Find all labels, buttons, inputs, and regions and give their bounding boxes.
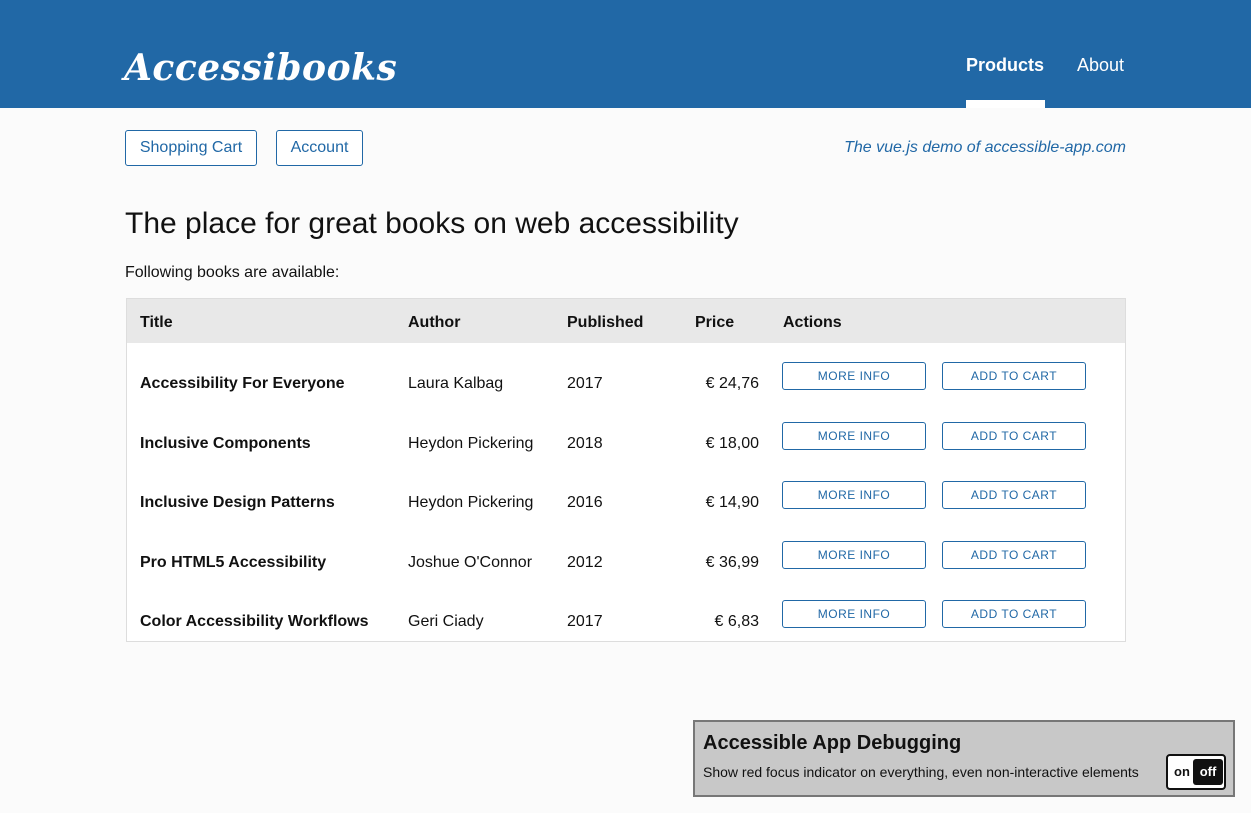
debug-panel-description: Show red focus indicator on everything, …: [703, 764, 1139, 780]
add-to-cart-button[interactable]: ADD TO CART: [942, 541, 1086, 569]
nav-products[interactable]: Products: [966, 54, 1044, 76]
account-button[interactable]: Account: [276, 130, 363, 166]
column-header-published: Published: [567, 314, 644, 331]
table-row: Color Accessibility Workflows Geri Ciady…: [127, 592, 1125, 652]
book-author: Joshue O'Connor: [408, 554, 533, 571]
book-price: € 14,90: [705, 494, 759, 511]
more-info-button[interactable]: MORE INFO: [782, 481, 926, 509]
book-published: 2012: [567, 554, 603, 571]
more-info-button[interactable]: MORE INFO: [782, 362, 926, 390]
book-published: 2017: [567, 613, 603, 630]
table-row: Inclusive Components Heydon Pickering 20…: [127, 414, 1125, 474]
books-table: Title Author Published Price Actions Acc…: [126, 298, 1126, 642]
book-published: 2017: [567, 375, 603, 392]
book-price: € 18,00: [705, 435, 759, 452]
intro-text: Following books are available:: [125, 264, 340, 281]
book-title: Color Accessibility Workflows: [140, 613, 369, 630]
more-info-button[interactable]: MORE INFO: [782, 600, 926, 628]
table-row: Accessibility For Everyone Laura Kalbag …: [127, 354, 1125, 414]
add-to-cart-button[interactable]: ADD TO CART: [942, 362, 1086, 390]
add-to-cart-button[interactable]: ADD TO CART: [942, 422, 1086, 450]
book-author: Heydon Pickering: [408, 494, 534, 511]
book-author: Geri Ciady: [408, 613, 484, 630]
table-header: Title Author Published Price Actions: [127, 299, 1125, 343]
shopping-cart-button[interactable]: Shopping Cart: [125, 130, 257, 166]
toggle-off-label: off: [1193, 759, 1223, 785]
book-author: Heydon Pickering: [408, 435, 534, 452]
add-to-cart-button[interactable]: ADD TO CART: [942, 481, 1086, 509]
site-header: Accessibooks Products About: [0, 0, 1251, 108]
book-title: Inclusive Design Patterns: [140, 494, 335, 511]
column-header-author: Author: [408, 314, 461, 331]
tagline: The vue.js demo of accessible-app.com: [844, 139, 1126, 156]
nav-about[interactable]: About: [1077, 54, 1124, 76]
book-published: 2018: [567, 435, 603, 452]
book-title: Inclusive Components: [140, 435, 311, 452]
site-logo[interactable]: Accessibooks: [124, 46, 397, 90]
book-title: Accessibility For Everyone: [140, 375, 345, 392]
book-title: Pro HTML5 Accessibility: [140, 554, 327, 571]
book-price: € 6,83: [714, 613, 759, 630]
book-price: € 36,99: [705, 554, 759, 571]
page-title: The place for great books on web accessi…: [125, 207, 739, 240]
book-published: 2016: [567, 494, 603, 511]
book-price: € 24,76: [705, 375, 759, 392]
column-header-title: Title: [140, 314, 173, 331]
focus-indicator-toggle[interactable]: on off: [1166, 754, 1226, 790]
table-row: Inclusive Design Patterns Heydon Pickeri…: [127, 473, 1125, 533]
column-header-price: Price: [695, 314, 735, 331]
debug-panel: Accessible App Debugging Show red focus …: [693, 720, 1235, 797]
table-row: Pro HTML5 Accessibility Joshue O'Connor …: [127, 533, 1125, 593]
debug-panel-title: Accessible App Debugging: [703, 732, 962, 754]
column-header-actions: Actions: [783, 314, 842, 331]
more-info-button[interactable]: MORE INFO: [782, 541, 926, 569]
book-author: Laura Kalbag: [408, 375, 504, 392]
more-info-button[interactable]: MORE INFO: [782, 422, 926, 450]
toggle-on-label: on: [1174, 764, 1190, 779]
add-to-cart-button[interactable]: ADD TO CART: [942, 600, 1086, 628]
active-nav-indicator: [966, 100, 1045, 108]
